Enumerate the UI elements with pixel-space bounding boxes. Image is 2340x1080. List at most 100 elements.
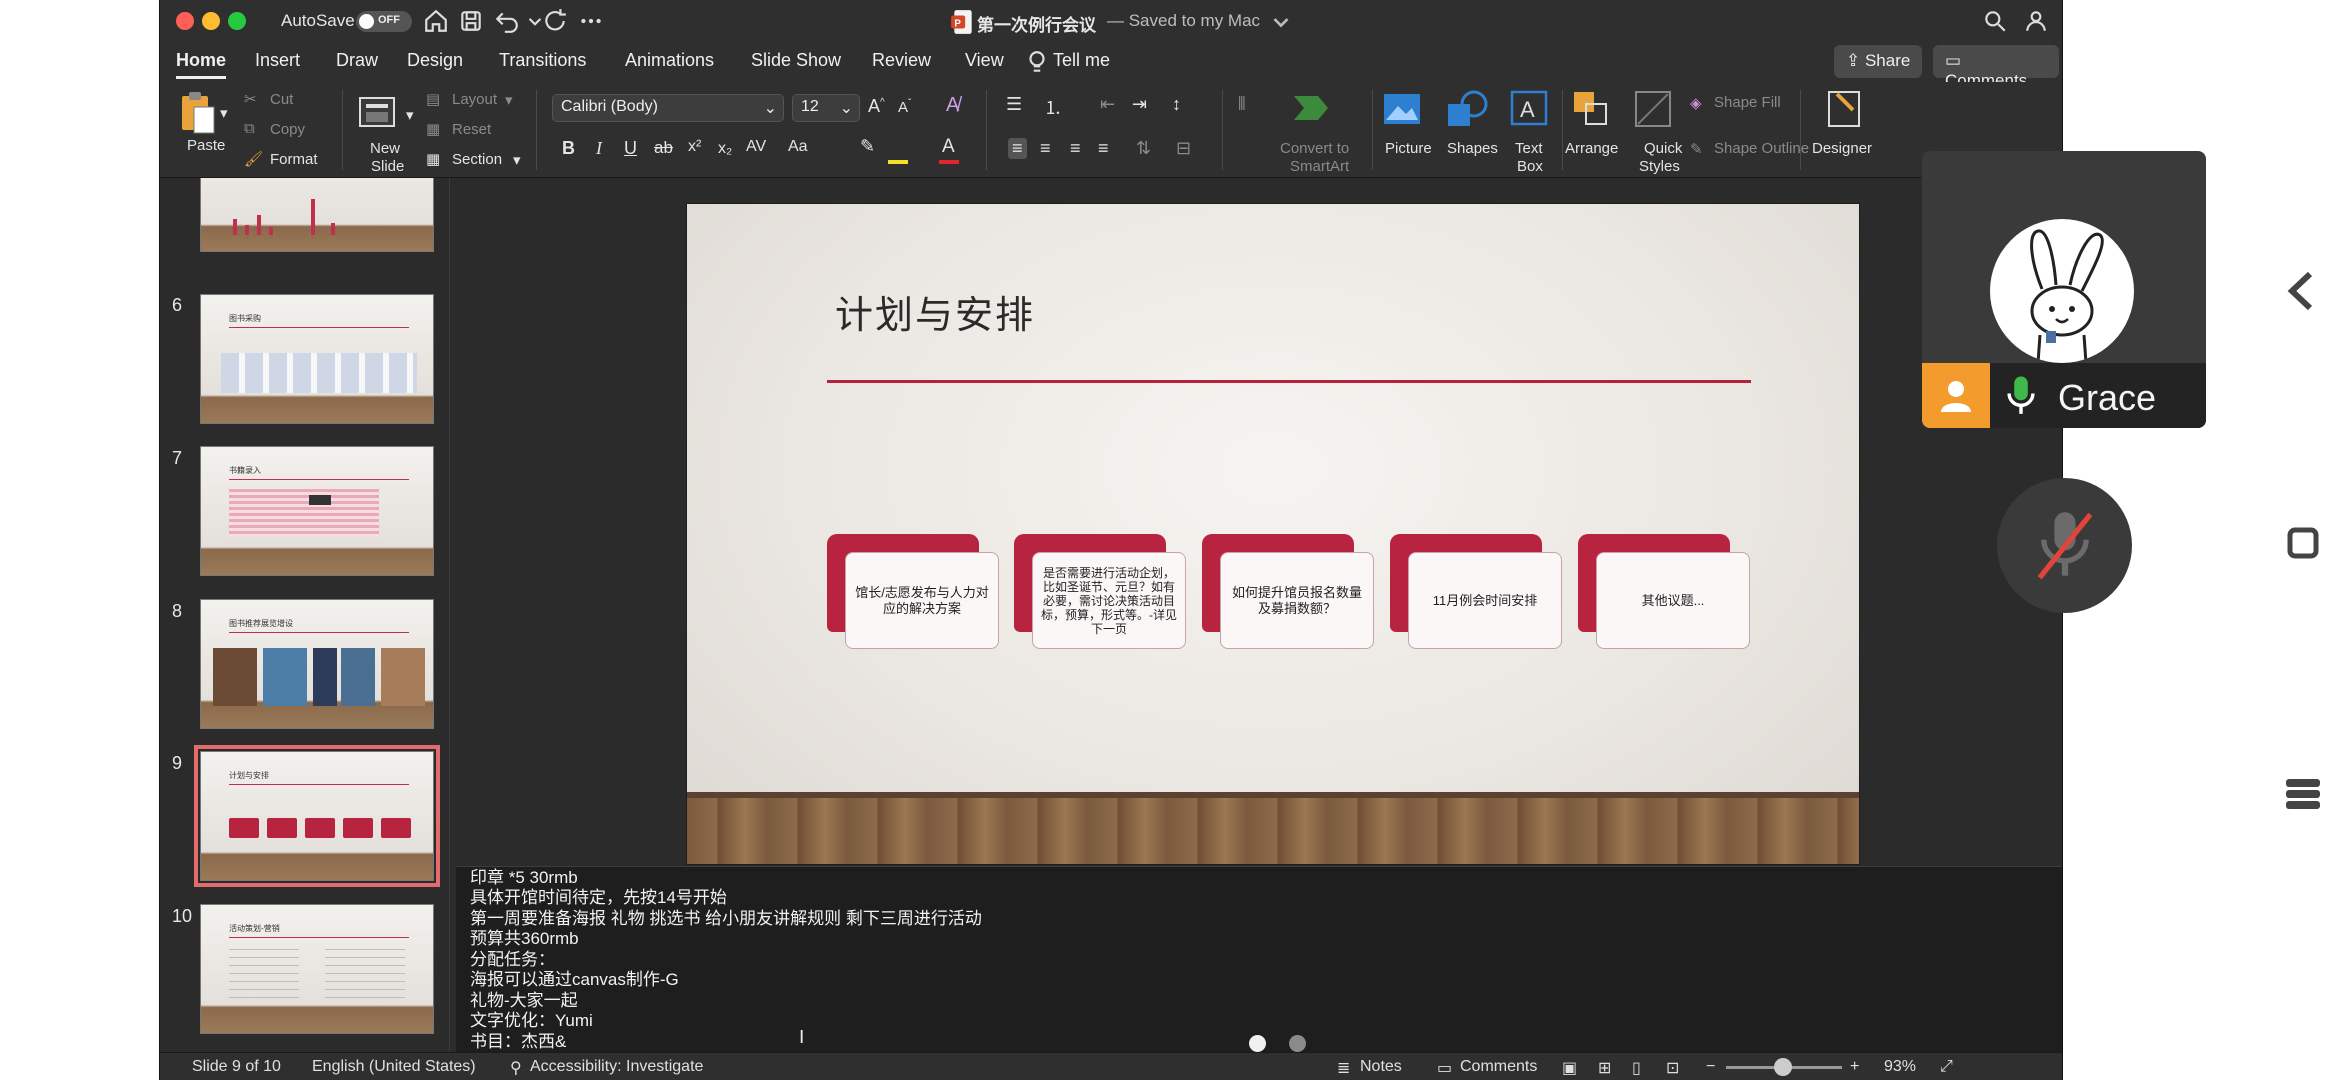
paste-label[interactable]: Paste bbox=[187, 137, 225, 154]
thumbnail-slide-8[interactable]: 图书推荐展览增设 bbox=[200, 599, 434, 729]
quick-styles-label-2[interactable]: Styles bbox=[1639, 158, 1680, 175]
agenda-card-4[interactable]: 11月例会时间安排 bbox=[1390, 534, 1562, 649]
convert-smartart-label-1[interactable]: Convert to bbox=[1280, 140, 1349, 157]
subscript-icon[interactable]: x₂ bbox=[718, 140, 732, 158]
layout-dropdown-icon[interactable]: ▾ bbox=[505, 91, 513, 109]
tab-view[interactable]: View bbox=[965, 50, 1004, 71]
textbox-icon[interactable]: A bbox=[1510, 90, 1548, 126]
notes-toggle[interactable]: Notes bbox=[1360, 1058, 1402, 1076]
thumbnail-slide-6[interactable]: 图书采购 bbox=[200, 294, 434, 424]
presenter-view-icon[interactable]: ⊡ bbox=[1666, 1058, 1679, 1078]
mute-microphone-button[interactable] bbox=[1997, 478, 2132, 613]
section-dropdown-icon[interactable]: ▾ bbox=[513, 151, 521, 169]
shapes-label[interactable]: Shapes bbox=[1447, 140, 1498, 157]
new-slide-label-2[interactable]: Slide bbox=[371, 158, 404, 175]
smartart-icon[interactable] bbox=[1292, 92, 1332, 124]
designer-icon[interactable] bbox=[1823, 88, 1865, 130]
line-spacing-icon[interactable]: ↕ bbox=[1172, 94, 1181, 115]
numbering-icon[interactable]: ⒈ bbox=[1044, 94, 1062, 120]
font-size-select[interactable]: 12 ⌄ bbox=[792, 94, 860, 122]
underline-icon[interactable]: U bbox=[624, 138, 637, 159]
home-square-icon[interactable] bbox=[2286, 526, 2320, 560]
increase-font-icon[interactable]: A^ bbox=[868, 96, 885, 117]
back-chevron-icon[interactable] bbox=[2286, 270, 2316, 312]
tab-transitions[interactable]: Transitions bbox=[499, 50, 586, 71]
agenda-card-5[interactable]: 其他议题... bbox=[1578, 534, 1750, 649]
tab-home[interactable]: Home bbox=[176, 50, 227, 79]
format-painter-button[interactable]: Format bbox=[270, 151, 318, 168]
card-text[interactable]: 11月例会时间安排 bbox=[1408, 552, 1562, 649]
slide-title[interactable]: 计划与安排 bbox=[835, 284, 1035, 339]
tab-design[interactable]: Design bbox=[407, 50, 463, 71]
agenda-card-3[interactable]: 如何提升馆员报名数量及募捐数额？ bbox=[1202, 534, 1374, 649]
textbox-label-2[interactable]: Box bbox=[1517, 158, 1543, 175]
redo-icon[interactable] bbox=[542, 8, 568, 34]
font-color-icon[interactable]: A bbox=[942, 136, 955, 158]
align-right-icon[interactable]: ≡ bbox=[1070, 138, 1081, 159]
zoom-out-icon[interactable]: − bbox=[1706, 1058, 1715, 1076]
align-text-icon[interactable]: ⊟ bbox=[1176, 138, 1191, 159]
paste-icon[interactable] bbox=[178, 91, 216, 135]
new-slide-label-1[interactable]: New bbox=[370, 140, 400, 157]
new-slide-icon[interactable] bbox=[358, 92, 400, 132]
thumbnail-slide-9[interactable]: 计划与安排 bbox=[194, 745, 440, 887]
decrease-font-icon[interactable]: Aˇ bbox=[898, 98, 911, 116]
paste-dropdown-icon[interactable]: ▾ bbox=[220, 104, 228, 122]
bullets-icon[interactable]: ☰ bbox=[1006, 94, 1022, 115]
picture-label[interactable]: Picture bbox=[1385, 140, 1432, 157]
reset-button[interactable]: Reset bbox=[452, 121, 491, 138]
tab-draw[interactable]: Draw bbox=[336, 50, 378, 71]
quick-styles-icon[interactable] bbox=[1634, 90, 1674, 130]
shape-outline-button[interactable]: Shape Outline bbox=[1714, 140, 1809, 157]
font-name-select[interactable]: Calibri (Body) ⌄ bbox=[552, 94, 784, 122]
new-slide-dropdown-icon[interactable]: ▾ bbox=[406, 106, 414, 124]
normal-view-icon[interactable]: ▣ bbox=[1562, 1058, 1577, 1078]
undo-icon[interactable] bbox=[494, 8, 520, 34]
quick-styles-label-1[interactable]: Quick bbox=[1644, 140, 1682, 157]
copy-button[interactable]: Copy bbox=[270, 121, 305, 138]
comments-button[interactable]: ▭ Comments bbox=[1933, 45, 2059, 90]
zoom-level[interactable]: 93% bbox=[1884, 1058, 1916, 1076]
justify-icon[interactable]: ≡ bbox=[1098, 138, 1109, 159]
zoom-slider-thumb[interactable] bbox=[1774, 1058, 1792, 1076]
share-people-icon[interactable] bbox=[2023, 8, 2049, 34]
shape-fill-button[interactable]: Shape Fill bbox=[1714, 94, 1781, 111]
arrange-icon[interactable] bbox=[1572, 90, 1614, 128]
card-text[interactable]: 是否需要进行活动企划，比如圣诞节、元旦？如有必要，需讨论决策活动目标，预算，形式… bbox=[1032, 552, 1186, 649]
highlight-icon[interactable]: ✎ bbox=[860, 136, 875, 157]
tab-insert[interactable]: Insert bbox=[255, 50, 300, 71]
speaker-notes-pane[interactable]: 印章 *5 30rmb 具体开馆时间待定，先按14号开始 第一周要准备海报 礼物… bbox=[456, 866, 2062, 1052]
more-icon[interactable] bbox=[578, 8, 604, 34]
card-text[interactable]: 如何提升馆员报名数量及募捐数额？ bbox=[1220, 552, 1374, 649]
tab-animations[interactable]: Animations bbox=[625, 50, 714, 71]
comments-toggle[interactable]: Comments bbox=[1460, 1058, 1537, 1076]
minimize-window-button[interactable] bbox=[202, 12, 220, 30]
thumbnail-slide-10[interactable]: 活动策划-营销 bbox=[200, 904, 434, 1034]
tab-tell-me[interactable]: Tell me bbox=[1053, 50, 1110, 71]
search-icon[interactable] bbox=[1982, 8, 2008, 34]
page-dot-active[interactable] bbox=[1249, 1035, 1266, 1052]
superscript-icon[interactable]: x² bbox=[688, 138, 701, 156]
thumbnail-slide-5[interactable] bbox=[200, 178, 434, 308]
zoom-window-button[interactable] bbox=[228, 12, 246, 30]
designer-label[interactable]: Designer bbox=[1812, 140, 1872, 157]
recents-menu-icon[interactable] bbox=[2284, 776, 2322, 812]
autosave-toggle[interactable]: OFF bbox=[356, 11, 412, 32]
align-center-icon[interactable]: ≡ bbox=[1040, 138, 1051, 159]
card-text[interactable]: 其他议题... bbox=[1596, 552, 1750, 649]
section-button[interactable]: Section bbox=[452, 151, 502, 168]
cut-button[interactable]: Cut bbox=[270, 91, 293, 108]
slide-sorter-icon[interactable]: ⊞ bbox=[1598, 1058, 1611, 1078]
shapes-icon[interactable] bbox=[1446, 90, 1490, 128]
italic-icon[interactable]: I bbox=[596, 138, 602, 159]
current-slide-canvas[interactable]: 计划与安排 馆长/志愿发布与人力对应的解决方案 是否需要进行活动企划，比如圣诞节… bbox=[687, 204, 1859, 864]
zoom-in-icon[interactable]: + bbox=[1850, 1058, 1859, 1076]
save-icon[interactable] bbox=[458, 8, 484, 34]
bold-icon[interactable]: B bbox=[562, 138, 575, 159]
convert-smartart-label-2[interactable]: SmartArt bbox=[1290, 158, 1349, 175]
title-chevron-down-icon[interactable] bbox=[1268, 10, 1289, 30]
picture-icon[interactable] bbox=[1382, 92, 1422, 126]
align-left-icon[interactable]: ≡ bbox=[1008, 138, 1027, 159]
close-window-button[interactable] bbox=[176, 12, 194, 30]
arrange-label[interactable]: Arrange bbox=[1565, 140, 1618, 157]
